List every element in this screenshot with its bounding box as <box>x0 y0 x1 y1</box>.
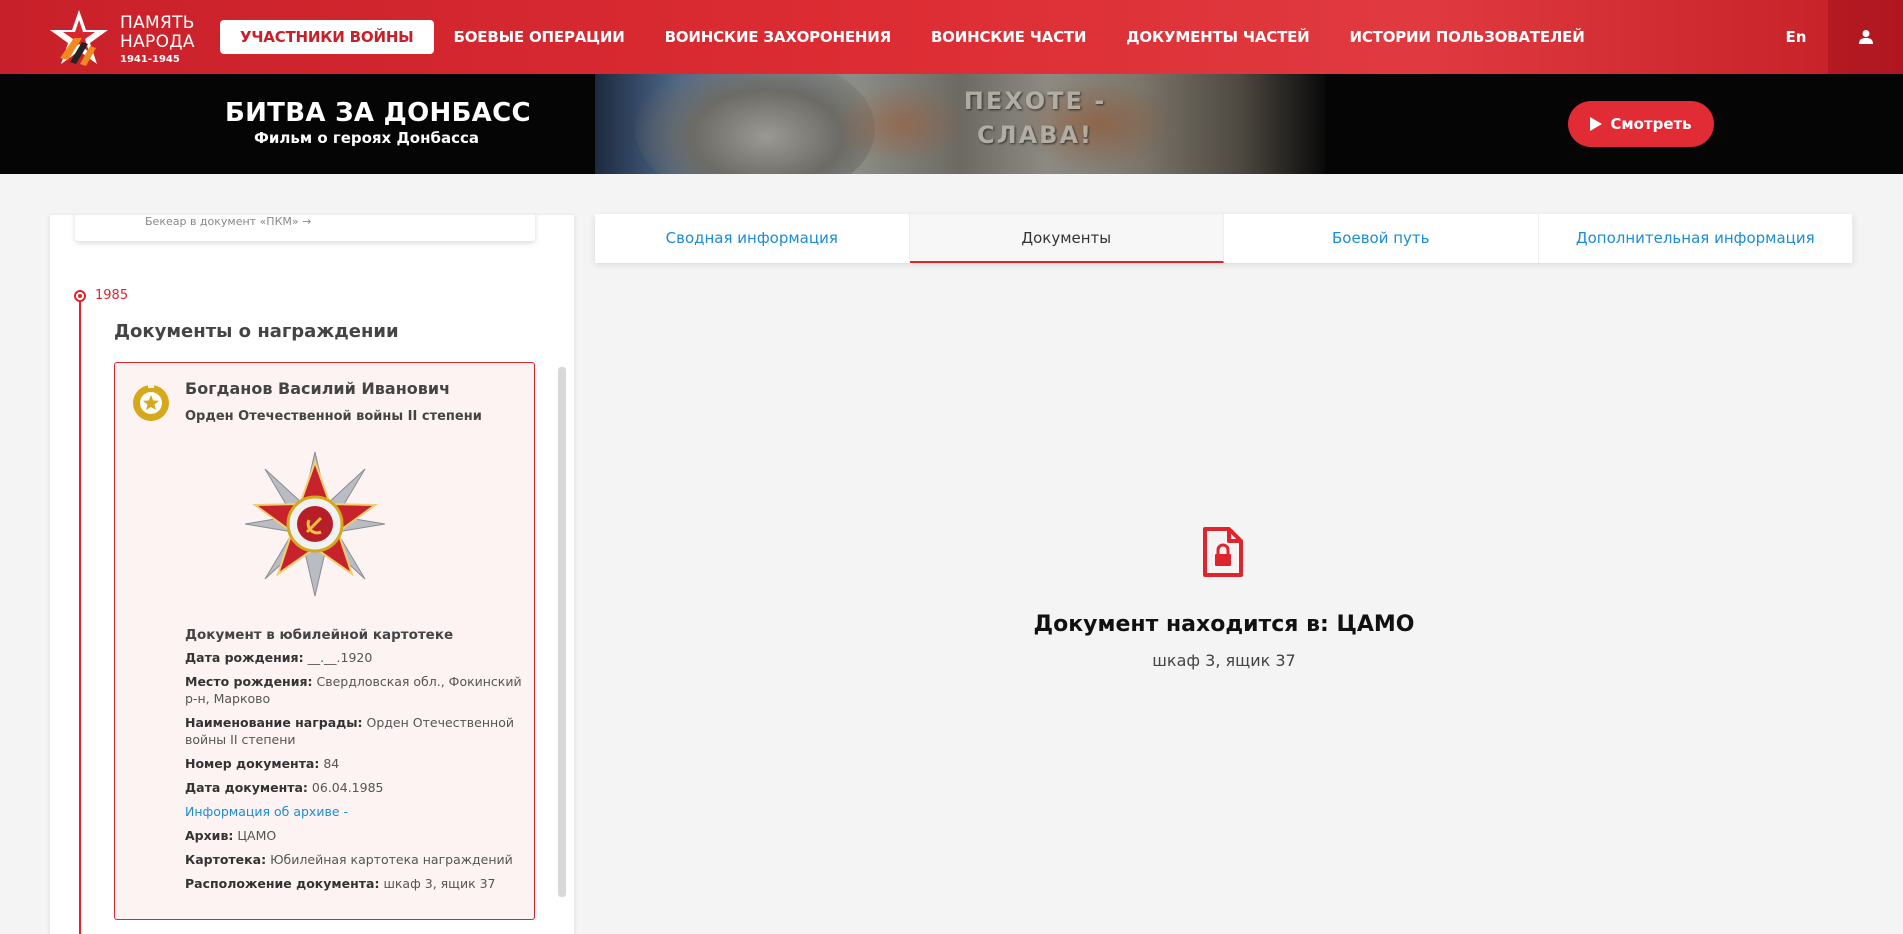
star-logo-icon <box>50 10 108 66</box>
field-value: Юбилейная картотека награждений <box>270 852 513 867</box>
field-label: Номер документа: <box>185 756 320 771</box>
user-button[interactable] <box>1828 0 1903 74</box>
field-value: ЦАМО <box>237 828 277 843</box>
tab-documents[interactable]: Документы <box>909 214 1224 263</box>
field-label: Архив: <box>185 828 234 843</box>
field-label: Расположение документа: <box>185 876 380 891</box>
banner-title: БИТВА ЗА ДОНБАСС <box>225 98 531 128</box>
nav-item-units[interactable]: ВОИНСКИЕ ЧАСТИ <box>911 20 1106 54</box>
main-nav: УЧАСТНИКИ ВОЙНЫ БОЕВЫЕ ОПЕРАЦИИ ВОИНСКИЕ… <box>220 20 1605 54</box>
field-doc-location: Расположение документа: шкаф 3, ящик 37 <box>185 875 525 892</box>
section-title: Документы о награждении <box>114 321 399 342</box>
field-value: __.__.1920 <box>307 650 373 665</box>
timeline-dot <box>74 290 86 302</box>
logo-line-2: НАРОДА <box>120 32 195 52</box>
award-title: Орден Отечественной войны II степени <box>185 409 482 424</box>
timeline-year: 1985 <box>95 288 129 303</box>
field-label: Наименование награды: <box>185 715 363 730</box>
inscription-line-1: ПЕХОТЕ - <box>963 87 1107 115</box>
tab-additional-info[interactable]: Дополнительная информация <box>1539 214 1853 263</box>
field-value: 06.04.1985 <box>311 780 384 795</box>
user-icon <box>1858 30 1873 44</box>
banner-subtitle: Фильм о героях Донбасса <box>254 129 479 147</box>
logo-text: ПАМЯТЬ НАРОДА 1941-1945 <box>120 14 195 67</box>
document-place-text: шкаф 3, ящик 37 <box>1152 651 1296 670</box>
doc-heading: Документ в юбилейной картотеке <box>185 627 454 643</box>
field-doc-number: Номер документа: 84 <box>185 755 525 772</box>
field-archive: Архив: ЦАМО <box>185 827 525 844</box>
field-value: шкаф 3, ящик 37 <box>383 876 496 891</box>
logo-years: 1941-1945 <box>120 54 180 65</box>
field-card-index: Картотека: Юбилейная картотека награжден… <box>185 851 525 868</box>
order-patriotic-war-medal-icon <box>245 451 385 597</box>
nav-item-participants[interactable]: УЧАСТНИКИ ВОЙНЫ <box>220 20 434 54</box>
locked-document-icon <box>1203 527 1243 577</box>
timeline-line <box>79 295 81 934</box>
nav-item-user-stories[interactable]: ИСТОРИИ ПОЛЬЗОВАТЕЛЕЙ <box>1330 20 1605 54</box>
field-label: Дата рождения: <box>185 650 304 665</box>
banner-inscription: ПЕХОТЕ - СЛАВА! <box>935 84 1135 152</box>
language-switch[interactable]: En <box>1770 0 1822 74</box>
field-birth-place: Место рождения: Свердловская обл., Фокин… <box>185 673 525 707</box>
field-award-name: Наименование награды: Орден Отечественно… <box>185 714 525 748</box>
site-logo[interactable]: ПАМЯТЬ НАРОДА 1941-1945 <box>48 8 208 68</box>
field-label: Место рождения: <box>185 674 313 689</box>
timeline-panel: Бекеар в документ «ПКМ» → 1985 Документы… <box>50 215 574 934</box>
award-person-name: Богданов Василий Иванович <box>185 379 451 398</box>
archive-info-link[interactable]: Информация об архиве - <box>185 803 525 820</box>
logo-line-1: ПАМЯТЬ <box>120 13 195 33</box>
tab-summary[interactable]: Сводная информация <box>595 214 910 263</box>
field-label: Картотека: <box>185 852 267 867</box>
field-label: Дата документа: <box>185 780 308 795</box>
award-document-info: Документ в юбилейной картотеке Дата рожд… <box>185 627 525 899</box>
inscription-line-2: СЛАВА! <box>977 121 1093 149</box>
top-header: ПАМЯТЬ НАРОДА 1941-1945 УЧАСТНИКИ ВОЙНЫ … <box>0 0 1903 74</box>
award-badge-icon <box>133 383 169 421</box>
watch-button[interactable]: Смотреть <box>1568 101 1714 147</box>
nav-item-burials[interactable]: ВОИНСКИЕ ЗАХОРОНЕНИЯ <box>645 20 911 54</box>
award-card[interactable]: Богданов Василий Иванович Орден Отечеств… <box>114 362 535 920</box>
field-value: 84 <box>323 756 340 771</box>
document-location-text: Документ находится в: ЦАМО <box>1033 612 1415 637</box>
panel-scrollbar[interactable] <box>558 367 566 897</box>
play-icon <box>1590 117 1603 131</box>
person-tabs: Сводная информация Документы Боевой путь… <box>595 214 1853 263</box>
previous-document-card[interactable]: Бекеар в документ «ПКМ» → <box>75 215 535 241</box>
field-doc-date: Дата документа: 06.04.1985 <box>185 779 525 796</box>
nav-item-unit-documents[interactable]: ДОКУМЕНТЫ ЧАСТЕЙ <box>1106 20 1329 54</box>
nav-item-operations[interactable]: БОЕВЫЕ ОПЕРАЦИИ <box>434 20 645 54</box>
field-birth-date: Дата рождения: __.__.1920 <box>185 649 525 666</box>
watch-button-label: Смотреть <box>1610 115 1692 133</box>
tab-combat-path[interactable]: Боевой путь <box>1224 214 1539 263</box>
previous-card-text: Бекеар в документ «ПКМ» → <box>145 215 312 228</box>
